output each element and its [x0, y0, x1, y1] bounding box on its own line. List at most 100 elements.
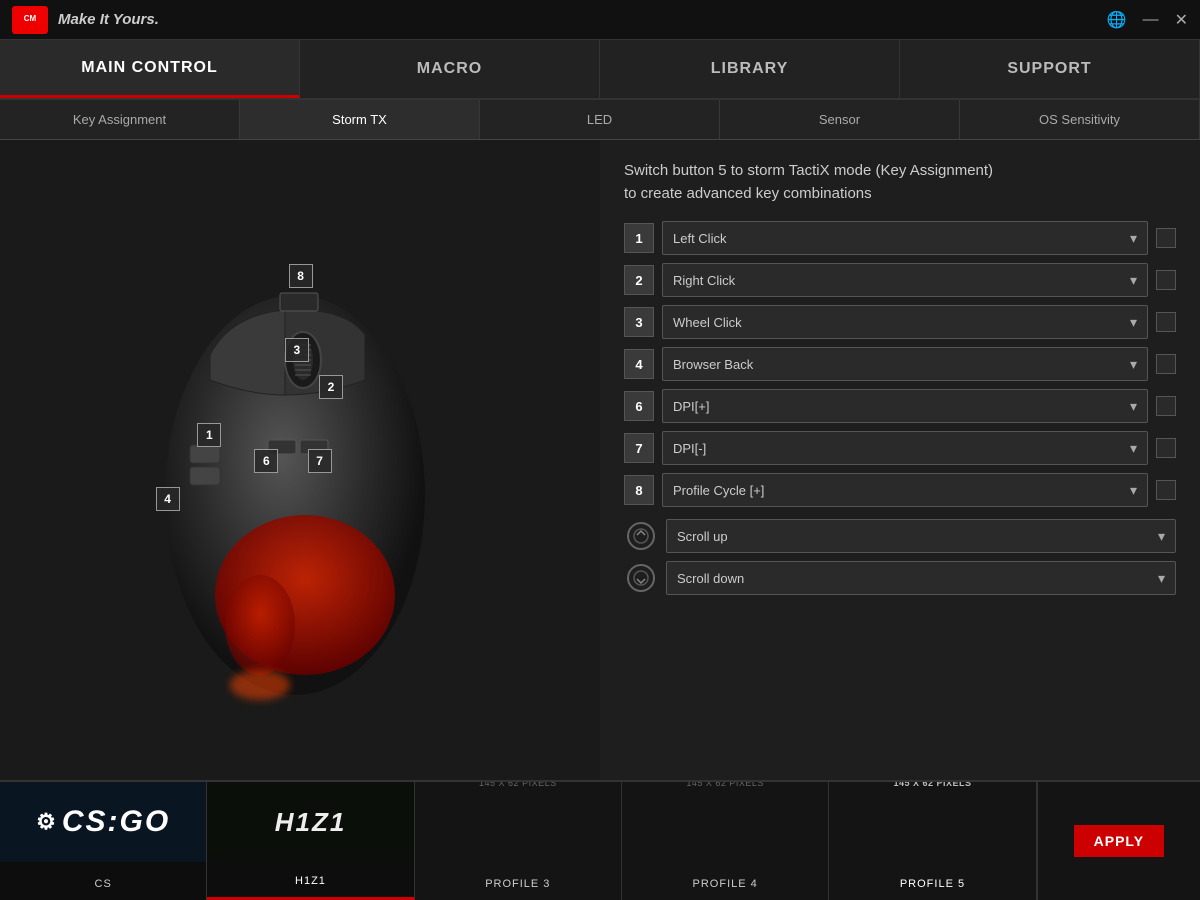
mouse-label-3: 3: [285, 338, 309, 362]
tab-macro[interactable]: MACRO: [300, 40, 600, 98]
button-row-4: 4 Browser Back ▾: [624, 347, 1176, 381]
button-number-6: 6: [624, 391, 654, 421]
apply-section: APPLY: [1037, 782, 1200, 900]
button-dropdown-7[interactable]: DPI[-] ▾: [662, 431, 1148, 465]
profile3-rc-size: 145 x 62 PIXELS: [479, 782, 557, 790]
sub-nav: Key Assignment Storm TX LED Sensor OS Se…: [0, 100, 1200, 140]
dropdown-arrow-7: ▾: [1130, 440, 1137, 457]
button-row-1: 1 Left Click ▾: [624, 221, 1176, 255]
mouse-section: 1 2 3 4 6 7 8: [0, 140, 600, 780]
profile-h1z1[interactable]: H1Z1 H1Z1: [207, 782, 414, 900]
button-label-6: DPI[+]: [673, 399, 710, 414]
profile3-label: PROFILE 3: [485, 878, 550, 890]
title-bar-left: CM Make It Yours.: [12, 6, 159, 34]
profile-4[interactable]: RIGHT CLICK 145 x 62 PIXELS PROFILE 4: [622, 782, 829, 900]
scroll-down-row: Scroll down ▾: [624, 561, 1176, 595]
button-label-1: Left Click: [673, 231, 726, 246]
mouse-label-7: 7: [308, 449, 332, 473]
profile-5[interactable]: RIGHT CLICK 145 x 62 PIXELS PROFILE 5: [829, 782, 1036, 900]
button-dropdown-1[interactable]: Left Click ▾: [662, 221, 1148, 255]
subtab-led[interactable]: LED: [480, 100, 720, 139]
button-row-8: 8 Profile Cycle [+] ▾: [624, 473, 1176, 507]
profile-bar: ⚙ CS:GO CS H1Z1 H1Z1 RIGHT CLICK 145 x 6…: [0, 780, 1200, 900]
button-dropdown-8[interactable]: Profile Cycle [+] ▾: [662, 473, 1148, 507]
mouse-label-4: 4: [156, 487, 180, 511]
app-title: Make It Yours.: [58, 11, 159, 28]
scroll-up-icon: [624, 519, 658, 553]
subtab-sensor[interactable]: Sensor: [720, 100, 960, 139]
title-bar-right: 🌐 — ✕: [1107, 10, 1188, 30]
button-checkbox-4[interactable]: [1156, 354, 1176, 374]
dropdown-arrow-4: ▾: [1130, 356, 1137, 373]
mouse-label-1: 1: [197, 423, 221, 447]
profile4-label: PROFILE 4: [693, 878, 758, 890]
button-number-1: 1: [624, 223, 654, 253]
close-button[interactable]: ✕: [1175, 10, 1188, 30]
dropdown-arrow-1: ▾: [1130, 230, 1137, 247]
button-row-6: 6 DPI[+] ▾: [624, 389, 1176, 423]
profile-cs-label: CS: [95, 878, 112, 890]
subtab-os-sensitivity[interactable]: OS Sensitivity: [960, 100, 1200, 139]
button-label-2: Right Click: [673, 273, 735, 288]
dropdown-arrow-6: ▾: [1130, 398, 1137, 415]
profile5-rc-size: 145 x 62 PIXELS: [893, 782, 971, 790]
dropdown-arrow-3: ▾: [1130, 314, 1137, 331]
mouse-diagram: 1 2 3 4 6 7 8: [110, 195, 490, 725]
h1z1-profile-image: H1Z1: [207, 782, 413, 862]
button-checkbox-3[interactable]: [1156, 312, 1176, 332]
button-dropdown-3[interactable]: Wheel Click ▾: [662, 305, 1148, 339]
profile-h1z1-label: H1Z1: [295, 875, 326, 887]
button-label-8: Profile Cycle [+]: [673, 483, 764, 498]
main-nav: MAIN CONTROL MACRO LIBRARY SUPPORT: [0, 40, 1200, 100]
profile3-content: RIGHT CLICK 145 x 62 PIXELS: [479, 782, 557, 790]
mouse-label-8: 8: [289, 264, 313, 288]
scroll-up-row: Scroll up ▾: [624, 519, 1176, 553]
apply-button[interactable]: APPLY: [1074, 825, 1164, 857]
content-area: 1 2 3 4 6 7 8 Switch button 5 to storm T…: [0, 140, 1200, 780]
scroll-up-dropdown[interactable]: Scroll up ▾: [666, 519, 1176, 553]
profile4-content: RIGHT CLICK 145 x 62 PIXELS: [686, 782, 764, 790]
app-logo: CM: [12, 6, 48, 34]
button-dropdown-4[interactable]: Browser Back ▾: [662, 347, 1148, 381]
minimize-button[interactable]: —: [1143, 11, 1159, 29]
scroll-down-dropdown[interactable]: Scroll down ▾: [666, 561, 1176, 595]
profile-cs[interactable]: ⚙ CS:GO CS: [0, 782, 207, 900]
tab-library[interactable]: LIBRARY: [600, 40, 900, 98]
button-row-7: 7 DPI[-] ▾: [624, 431, 1176, 465]
button-number-4: 4: [624, 349, 654, 379]
button-number-2: 2: [624, 265, 654, 295]
subtab-key-assignment[interactable]: Key Assignment: [0, 100, 240, 139]
button-dropdown-6[interactable]: DPI[+] ▾: [662, 389, 1148, 423]
scroll-down-arrow: ▾: [1158, 570, 1165, 587]
profile-3[interactable]: RIGHT CLICK 145 x 62 PIXELS PROFILE 3: [415, 782, 622, 900]
title-bar: CM Make It Yours. 🌐 — ✕: [0, 0, 1200, 40]
mouse-label-6: 6: [254, 449, 278, 473]
button-number-8: 8: [624, 475, 654, 505]
globe-icon[interactable]: 🌐: [1107, 10, 1127, 30]
description-text: Switch button 5 to storm TactiX mode (Ke…: [624, 160, 1176, 205]
button-checkbox-1[interactable]: [1156, 228, 1176, 248]
button-row-3: 3 Wheel Click ▾: [624, 305, 1176, 339]
button-dropdown-2[interactable]: Right Click ▾: [662, 263, 1148, 297]
button-checkbox-7[interactable]: [1156, 438, 1176, 458]
button-number-7: 7: [624, 433, 654, 463]
button-label-3: Wheel Click: [673, 315, 742, 330]
button-label-4: Browser Back: [673, 357, 753, 372]
button-row-2: 2 Right Click ▾: [624, 263, 1176, 297]
profile5-content: RIGHT CLICK 145 x 62 PIXELS: [893, 782, 971, 790]
button-checkbox-6[interactable]: [1156, 396, 1176, 416]
button-number-3: 3: [624, 307, 654, 337]
right-panel: Switch button 5 to storm TactiX mode (Ke…: [600, 140, 1200, 780]
subtab-storm-tx[interactable]: Storm TX: [240, 100, 480, 139]
button-checkbox-8[interactable]: [1156, 480, 1176, 500]
cs-profile-image: ⚙ CS:GO: [0, 782, 206, 862]
dropdown-arrow-2: ▾: [1130, 272, 1137, 289]
button-checkbox-2[interactable]: [1156, 270, 1176, 290]
tab-support[interactable]: SUPPORT: [900, 40, 1200, 98]
scroll-up-arrow: ▾: [1158, 528, 1165, 545]
mouse-label-2: 2: [319, 375, 343, 399]
profile5-label: PROFILE 5: [900, 878, 965, 890]
tab-main-control[interactable]: MAIN CONTROL: [0, 40, 300, 98]
dropdown-arrow-8: ▾: [1130, 482, 1137, 499]
scroll-down-label: Scroll down: [677, 571, 744, 586]
